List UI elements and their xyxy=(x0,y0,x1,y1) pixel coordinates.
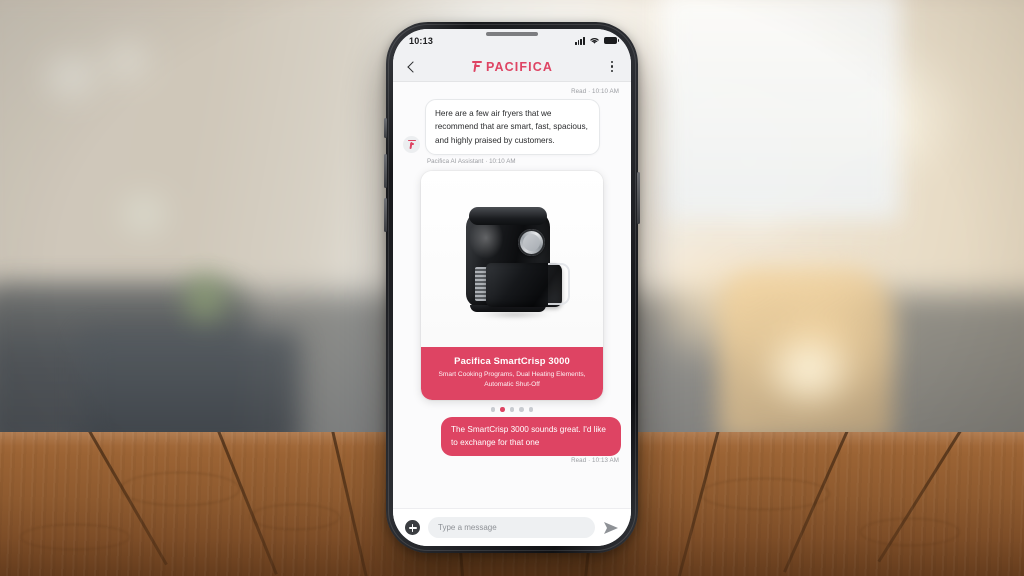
plus-attachment-icon[interactable] xyxy=(405,520,420,535)
power-button[interactable] xyxy=(637,172,640,224)
top-read-receipt: Read · 10:10 AM xyxy=(571,88,619,95)
message-input-bar xyxy=(393,508,631,546)
product-card[interactable]: Pacifica SmartCrisp 3000 Smart Cooking P… xyxy=(421,170,603,401)
carousel-dot[interactable] xyxy=(519,407,524,412)
chat-thread[interactable]: Read · 10:10 AM Here are a few air fryer… xyxy=(393,82,631,508)
bottom-read-receipt: Read · 10:13 AM xyxy=(571,457,619,465)
product-subtitle: Smart Cooking Programs, Dual Heating Ele… xyxy=(438,370,586,389)
wood-grain xyxy=(20,524,130,550)
carousel-dot[interactable] xyxy=(509,407,515,412)
status-clock: 10:13 xyxy=(409,35,434,46)
pacifica-logo-icon xyxy=(471,60,483,73)
mute-switch-button[interactable] xyxy=(384,118,387,138)
bot-message-bubble: Here are a few air fryers that we recomm… xyxy=(425,99,600,155)
carousel-dots[interactable] xyxy=(403,407,621,412)
volume-down-button[interactable] xyxy=(384,198,387,232)
kebab-menu-icon[interactable] xyxy=(605,60,619,73)
pacifica-avatar-icon xyxy=(403,135,420,153)
back-chevron-icon[interactable] xyxy=(405,60,419,74)
earpiece-speaker xyxy=(486,32,538,36)
carousel-dot[interactable] xyxy=(490,407,496,412)
phone-screen: 10:13 PACIFICA Read · 10:10 AM Here are … xyxy=(393,29,631,546)
volume-up-button[interactable] xyxy=(384,154,387,188)
status-icon-group xyxy=(574,36,620,45)
brand-logo: PACIFICA xyxy=(419,60,605,74)
app-header: PACIFICA xyxy=(393,52,631,82)
plank-seam xyxy=(215,432,278,575)
product-card-info: Pacifica SmartCrisp 3000 Smart Cooking P… xyxy=(421,346,603,401)
signal-bars-icon xyxy=(574,37,585,45)
user-message-bubble: The SmartCrisp 3000 sounds great. I'd li… xyxy=(441,416,621,457)
user-message-row: The SmartCrisp 3000 sounds great. I'd li… xyxy=(403,416,621,457)
air-fryer-image xyxy=(421,170,603,347)
carousel-dot-active[interactable] xyxy=(500,407,505,412)
wood-grain xyxy=(700,478,830,510)
brand-name: PACIFICA xyxy=(486,59,553,74)
bot-message-row: Here are a few air fryers that we recomm… xyxy=(403,99,621,155)
wood-grain xyxy=(250,504,340,530)
wood-grain xyxy=(120,472,240,506)
message-input[interactable] xyxy=(428,517,595,538)
plank-seam xyxy=(330,432,369,576)
bot-sender-label: Pacifica AI Assistant · 10:10 AM xyxy=(427,157,516,165)
wood-grain xyxy=(860,518,960,546)
send-arrow-icon[interactable] xyxy=(603,521,619,535)
air-fryer-illustration xyxy=(452,201,572,321)
battery-icon xyxy=(604,37,620,44)
product-title: Pacifica SmartCrisp 3000 xyxy=(454,354,570,366)
phone-device: 10:13 PACIFICA Read · 10:10 AM Here are … xyxy=(384,22,640,553)
wifi-icon xyxy=(590,38,599,44)
carousel-dot[interactable] xyxy=(528,407,534,412)
